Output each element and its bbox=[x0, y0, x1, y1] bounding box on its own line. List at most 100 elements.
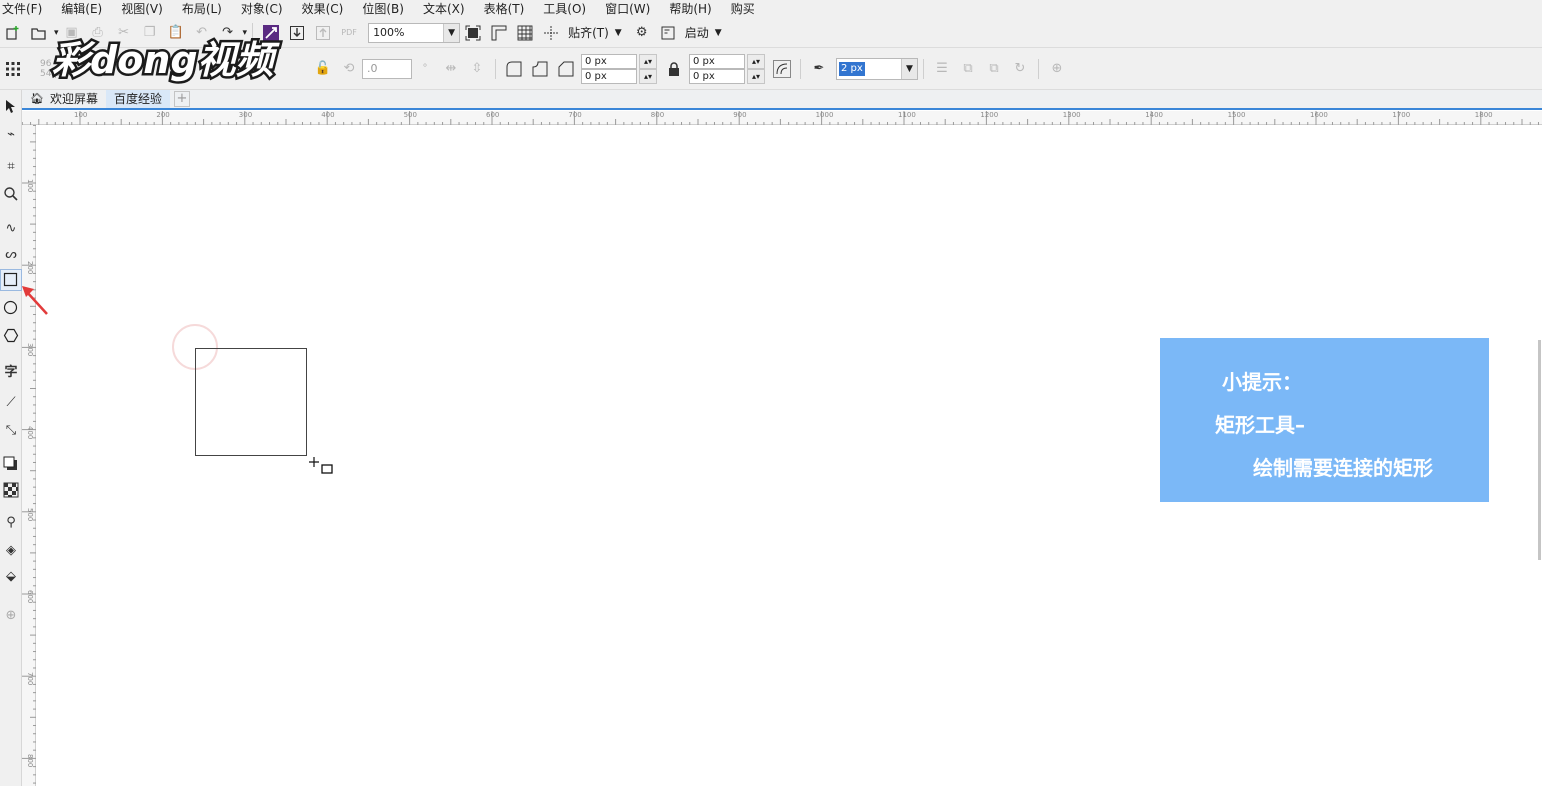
ellipse-tool-icon[interactable] bbox=[1, 298, 21, 318]
ruler-label: 1500 bbox=[1227, 111, 1246, 119]
wrap-text-icon[interactable]: ☰ bbox=[932, 59, 952, 79]
crop-tool-icon[interactable]: ⌗ bbox=[1, 156, 21, 176]
shape-tool-icon[interactable]: ⌁ bbox=[1, 124, 21, 144]
tab-welcome-screen[interactable]: 🏠︎ 欢迎屏幕 bbox=[22, 90, 106, 108]
scalloped-corner-icon[interactable] bbox=[530, 59, 550, 79]
mirror-vertical-icon[interactable]: ⇳ bbox=[467, 59, 487, 79]
chevron-down-icon[interactable]: ▼ bbox=[615, 28, 622, 38]
mirror-horizontal-icon[interactable]: ⇹ bbox=[441, 59, 461, 79]
tip-description: 绘制需要连接的矩形 bbox=[1253, 456, 1433, 480]
lock-icon[interactable] bbox=[664, 59, 684, 79]
connector-tool-icon[interactable]: ⤡ bbox=[1, 420, 21, 440]
eyedropper-tool-icon[interactable]: ⚲ bbox=[1, 512, 21, 532]
relative-corner-scaling-icon[interactable] bbox=[772, 59, 792, 79]
chevron-down-icon[interactable]: ▼ bbox=[901, 58, 917, 79]
vertical-ruler[interactable]: 100 200 300 400 500 600 700 800 bbox=[22, 125, 36, 786]
tab-welcome-label: 欢迎屏幕 bbox=[49, 92, 98, 106]
menu-window[interactable]: 窗口(W) bbox=[605, 0, 650, 18]
grid-icon[interactable] bbox=[515, 23, 535, 43]
menu-table[interactable]: 表格(T) bbox=[484, 0, 525, 18]
to-back-icon[interactable]: ⧉ bbox=[984, 59, 1004, 79]
publish-pdf-icon[interactable]: PDF bbox=[339, 23, 359, 43]
add-icon[interactable]: ⊕ bbox=[1047, 59, 1067, 79]
menu-bitmaps[interactable]: 位图(B) bbox=[362, 0, 404, 18]
guidelines-icon[interactable] bbox=[541, 23, 561, 43]
ruler-label: 1300 bbox=[1062, 111, 1081, 119]
tip-title: 小提示： bbox=[1222, 370, 1302, 394]
rotation-value: .0 bbox=[367, 62, 378, 75]
menu-help[interactable]: 帮助(H) bbox=[669, 0, 711, 18]
parallel-dimension-tool-icon[interactable]: ⟋ bbox=[1, 392, 21, 412]
menu-object[interactable]: 对象(C) bbox=[241, 0, 283, 18]
artistic-media-tool-icon[interactable]: ᔕ bbox=[1, 244, 21, 264]
tab-document-label: 百度经验 bbox=[113, 92, 162, 106]
full-screen-icon[interactable] bbox=[463, 23, 483, 43]
gear-icon[interactable]: ⚙ bbox=[632, 23, 652, 43]
vertical-scrollbar[interactable] bbox=[1538, 340, 1541, 560]
round-corner-icon[interactable] bbox=[504, 59, 524, 79]
interactive-fill-tool-icon[interactable]: ◈ bbox=[1, 540, 21, 560]
menu-file[interactable]: 文件(F) bbox=[2, 0, 42, 18]
add-tool-icon[interactable]: ⊕ bbox=[1, 605, 21, 625]
menu-view[interactable]: 视图(V) bbox=[121, 0, 163, 18]
lock-ratio-icon[interactable]: 🔓 bbox=[313, 59, 333, 79]
outline-pen-icon[interactable]: ✒ bbox=[809, 59, 829, 79]
rulers-icon[interactable] bbox=[489, 23, 509, 43]
polygon-tool-icon[interactable] bbox=[1, 326, 21, 346]
corner-top-left-field[interactable]: 0 px bbox=[581, 53, 637, 69]
object-origin-icon[interactable] bbox=[3, 59, 23, 79]
import-icon[interactable] bbox=[287, 23, 307, 43]
menu-effects[interactable]: 效果(C) bbox=[302, 0, 344, 18]
freehand-tool-icon[interactable]: ∿ bbox=[1, 218, 21, 238]
chevron-down-icon[interactable]: ▼ bbox=[443, 23, 460, 42]
rotation-field[interactable]: .0 bbox=[362, 58, 412, 79]
corner-radius-right: 0 px 0 px bbox=[689, 53, 745, 84]
outline-width-value: 2 px bbox=[839, 61, 865, 76]
menu-buy[interactable]: 购买 bbox=[731, 0, 755, 18]
corner-spinners-left[interactable]: ▴▾ ▴▾ bbox=[639, 53, 657, 84]
zoom-level-select[interactable]: 100% ▼ bbox=[368, 22, 461, 43]
transparency-tool-icon[interactable] bbox=[1, 480, 21, 500]
coreldraw-window: 文件(F) 编辑(E) 视图(V) 布局(L) 对象(C) 效果(C) 位图(B… bbox=[0, 0, 1542, 786]
smart-fill-tool-icon[interactable]: ⬙ bbox=[1, 566, 21, 586]
drawn-rectangle[interactable] bbox=[195, 348, 307, 456]
corner-bottom-left-field[interactable]: 0 px bbox=[581, 68, 637, 84]
menu-layout[interactable]: 布局(L) bbox=[182, 0, 222, 18]
rotate-icon[interactable]: ⟲ bbox=[339, 59, 359, 79]
rectangle-tool-icon[interactable] bbox=[0, 269, 22, 291]
tip-panel: 小提示： 矩形工具– 绘制需要连接的矩形 bbox=[1160, 338, 1489, 502]
convert-to-curves-icon[interactable]: ↻ bbox=[1010, 59, 1030, 79]
launch-app-icon[interactable] bbox=[658, 23, 678, 43]
degree-icon: ° bbox=[422, 63, 428, 74]
ruler-label: 300 bbox=[26, 343, 34, 357]
menu-edit[interactable]: 编辑(E) bbox=[61, 0, 102, 18]
watermark-logo: 彩dong视频 bbox=[48, 30, 288, 88]
horizontal-ruler[interactable]: 100 200 300 400 500 600 700 800 900 1000 1100 1200 1… bbox=[22, 111, 1542, 125]
chevron-down-icon[interactable]: ▼ bbox=[715, 28, 722, 38]
launch-label[interactable]: 启动 bbox=[685, 24, 709, 41]
menu-tools[interactable]: 工具(O) bbox=[543, 0, 586, 18]
separator bbox=[1038, 58, 1039, 79]
tip-tool-name: 矩形工具– bbox=[1215, 413, 1305, 437]
ruler-label: 900 bbox=[733, 111, 747, 119]
corner-top-right-field[interactable]: 0 px bbox=[689, 53, 745, 69]
outline-width-select[interactable]: 2 px ▼ bbox=[836, 57, 918, 80]
chamfer-corner-icon[interactable] bbox=[556, 59, 576, 79]
ruler-label: 600 bbox=[486, 111, 500, 119]
ruler-label: 800 bbox=[26, 754, 34, 768]
drop-shadow-tool-icon[interactable] bbox=[1, 454, 21, 474]
text-tool-icon[interactable]: 字 bbox=[1, 360, 21, 380]
add-tab-icon[interactable]: + bbox=[174, 91, 190, 107]
pick-tool-icon[interactable] bbox=[1, 96, 21, 116]
new-document-icon[interactable] bbox=[3, 23, 23, 43]
zoom-tool-icon[interactable] bbox=[1, 184, 21, 204]
ruler-label: 300 bbox=[238, 111, 253, 119]
export-icon[interactable] bbox=[313, 23, 333, 43]
open-folder-icon[interactable] bbox=[29, 23, 49, 43]
snap-to-label[interactable]: 贴齐(T) bbox=[568, 24, 609, 41]
menu-text[interactable]: 文本(X) bbox=[423, 0, 465, 18]
corner-spinners-right[interactable]: ▴▾ ▴▾ bbox=[747, 53, 765, 84]
to-front-icon[interactable]: ⧉ bbox=[958, 59, 978, 79]
corner-bottom-right-field[interactable]: 0 px bbox=[689, 68, 745, 84]
tab-document[interactable]: 百度经验 bbox=[105, 90, 170, 108]
